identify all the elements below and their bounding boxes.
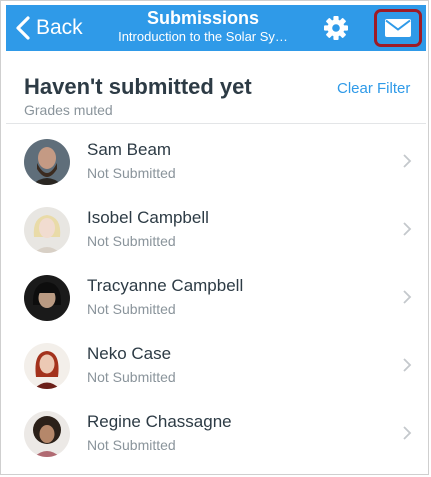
submission-status: Not Submitted bbox=[87, 301, 176, 317]
student-row[interactable]: Neko Case Not Submitted bbox=[6, 330, 426, 398]
grades-muted-label: Grades muted bbox=[24, 102, 113, 118]
gear-icon[interactable] bbox=[322, 14, 350, 42]
message-students-button[interactable] bbox=[374, 9, 422, 47]
avatar bbox=[24, 411, 70, 457]
clear-filter-button[interactable]: Clear Filter bbox=[337, 80, 410, 97]
avatar bbox=[24, 275, 70, 321]
chevron-left-icon bbox=[16, 16, 30, 40]
student-row[interactable]: Sam Beam Not Submitted bbox=[6, 126, 426, 194]
chevron-right-icon bbox=[403, 290, 412, 304]
student-name: Sam Beam bbox=[87, 140, 172, 159]
back-label: Back bbox=[36, 16, 83, 39]
student-row[interactable]: Tracyanne Campbell Not Submitted bbox=[6, 262, 426, 330]
divider bbox=[6, 123, 426, 124]
chevron-right-icon bbox=[403, 426, 412, 440]
page-title: Submissions bbox=[146, 8, 260, 28]
app-frame: Back Submissions Introduction to the Sol… bbox=[0, 0, 429, 475]
envelope-icon bbox=[385, 19, 411, 37]
submission-status: Not Submitted bbox=[87, 165, 176, 181]
student-list: Sam Beam Not Submitted Isobel Campbell N… bbox=[6, 126, 426, 466]
student-name: Neko Case bbox=[87, 344, 172, 363]
chevron-right-icon bbox=[403, 222, 412, 236]
navigation-bar: Back Submissions Introduction to the Sol… bbox=[6, 5, 426, 51]
submission-status: Not Submitted bbox=[87, 437, 176, 453]
back-button[interactable]: Back bbox=[14, 13, 83, 43]
student-row[interactable]: Regine Chassagne Not Submitted bbox=[6, 398, 426, 466]
student-name: Regine Chassagne bbox=[87, 412, 232, 431]
avatar bbox=[24, 343, 70, 389]
chevron-right-icon bbox=[403, 154, 412, 168]
student-name: Tracyanne Campbell bbox=[87, 276, 244, 295]
avatar bbox=[24, 139, 70, 185]
chevron-right-icon bbox=[403, 358, 412, 372]
student-name: Isobel Campbell bbox=[87, 208, 209, 227]
submission-status: Not Submitted bbox=[87, 233, 176, 249]
avatar bbox=[24, 207, 70, 253]
nav-title-group: Submissions Introduction to the Solar Sy… bbox=[94, 7, 312, 45]
course-subtitle: Introduction to the Solar Sy… bbox=[118, 29, 288, 44]
submission-status: Not Submitted bbox=[87, 369, 176, 385]
student-row[interactable]: Isobel Campbell Not Submitted bbox=[6, 194, 426, 262]
